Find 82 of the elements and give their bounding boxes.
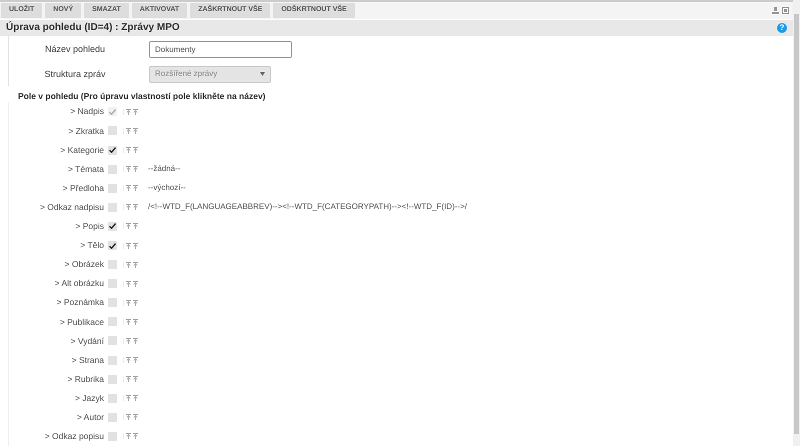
move-top-icon[interactable] — [126, 300, 131, 306]
section-heading: Pole v pohledu (Pro úpravu vlastností pole klikněte na název) — [18, 90, 267, 102]
caret-icon — [260, 72, 265, 76]
move-top-icon[interactable] — [126, 128, 131, 134]
move-top-icon[interactable] — [126, 395, 131, 402]
move-top-icon[interactable] — [126, 280, 131, 287]
checkbox[interactable] — [108, 184, 117, 193]
move-up-icon[interactable] — [133, 242, 138, 249]
checkbox[interactable] — [108, 279, 117, 288]
move-top-icon[interactable] — [126, 108, 131, 115]
checkbox[interactable] — [108, 336, 117, 346]
field-value: --výchozí-- — [148, 182, 186, 194]
move-top-icon[interactable] — [126, 433, 131, 440]
checkbox[interactable] — [108, 202, 117, 212]
field-name-link[interactable]: > Odkaz popisu — [9, 430, 108, 443]
checkbox[interactable] — [108, 146, 117, 155]
field-name-link[interactable]: > Alt obrázku — [9, 277, 108, 290]
field-name-link[interactable]: > Rubrika — [9, 372, 108, 386]
move-up-icon[interactable] — [133, 280, 138, 287]
field-value: /<!--WTD_F(LANGUAGEABBREV)--><!--WTD_F(CATEGORYPATH)--><!--WTD_F(ID)-->/ — [148, 201, 467, 214]
move-up-icon[interactable] — [133, 300, 138, 306]
field-label: Název pohledu — [44, 42, 106, 56]
move-top-icon[interactable] — [126, 147, 131, 154]
field-name-link[interactable]: > Strana — [9, 354, 108, 366]
move-top-icon[interactable] — [126, 223, 131, 230]
checkbox[interactable] — [108, 432, 117, 441]
scrollbar[interactable] — [793, 0, 800, 446]
field-value: --žádná-- — [148, 163, 180, 176]
move-up-icon[interactable] — [133, 166, 138, 172]
window-icon[interactable] — [782, 6, 789, 14]
checkbox[interactable] — [108, 260, 117, 270]
move-top-icon[interactable] — [126, 338, 131, 344]
move-up-icon[interactable] — [133, 433, 138, 440]
move-up-icon[interactable] — [133, 262, 138, 268]
field-name-link[interactable]: > Předloha — [9, 182, 108, 195]
move-up-icon[interactable] — [133, 108, 138, 115]
field-name-link[interactable]: > Publikace — [9, 316, 108, 328]
move-up-icon[interactable] — [133, 338, 138, 344]
move-top-icon[interactable] — [126, 318, 131, 325]
move-up-icon[interactable] — [133, 376, 138, 382]
field-name-link[interactable]: > Vydání — [9, 334, 108, 348]
field-name-link[interactable]: > Témata — [9, 162, 108, 176]
field-name-link[interactable]: > Poznámka — [9, 296, 108, 310]
move-up-icon[interactable] — [133, 128, 138, 134]
move-top-icon[interactable] — [126, 185, 131, 192]
checkbox[interactable] — [108, 394, 117, 403]
move-top-icon[interactable] — [126, 414, 131, 420]
move-up-icon[interactable] — [133, 223, 138, 230]
page-title: Úprava pohledu (ID=4) : Zprávy MPO — [6, 20, 180, 36]
move-up-icon[interactable] — [133, 147, 138, 154]
move-top-icon[interactable] — [126, 242, 131, 249]
name-input[interactable]: Dokumenty — [149, 40, 292, 58]
move-up-icon[interactable] — [133, 185, 138, 192]
move-top-icon[interactable] — [126, 357, 131, 364]
move-up-icon[interactable] — [133, 204, 138, 210]
checkbox[interactable] — [108, 374, 117, 384]
field-name-link[interactable]: > Obrázek — [9, 258, 108, 271]
field-name-link[interactable]: > Autor — [9, 410, 108, 424]
move-up-icon[interactable] — [133, 414, 138, 420]
field-name-link[interactable]: > Tělo — [9, 239, 108, 252]
checkbox[interactable] — [108, 126, 117, 136]
checkbox[interactable] — [108, 298, 117, 308]
checkbox[interactable] — [108, 412, 117, 422]
move-top-icon[interactable] — [126, 204, 131, 210]
move-top-icon[interactable] — [126, 262, 131, 268]
move-top-icon[interactable] — [126, 376, 131, 382]
field-name-link[interactable]: > Popis — [9, 220, 108, 233]
checkbox[interactable] — [108, 241, 117, 250]
move-up-icon[interactable] — [133, 395, 138, 402]
field-name-link[interactable]: > Kategorie — [9, 144, 108, 156]
field-name-link[interactable]: > Zkratka — [9, 124, 108, 138]
checkbox[interactable] — [108, 317, 117, 326]
checkbox[interactable] — [108, 222, 117, 231]
move-up-icon[interactable] — [133, 318, 138, 325]
move-up-icon[interactable] — [133, 357, 138, 364]
move-top-icon[interactable] — [126, 166, 131, 172]
checkbox[interactable] — [108, 356, 117, 365]
pin-icon[interactable] — [772, 6, 779, 14]
checkbox[interactable] — [108, 164, 117, 174]
field-label: Struktura zpráv — [43, 68, 107, 81]
field-name-link[interactable]: > Odkaz nadpisu — [9, 200, 108, 214]
field-name-link[interactable]: > Jazyk — [9, 392, 108, 405]
